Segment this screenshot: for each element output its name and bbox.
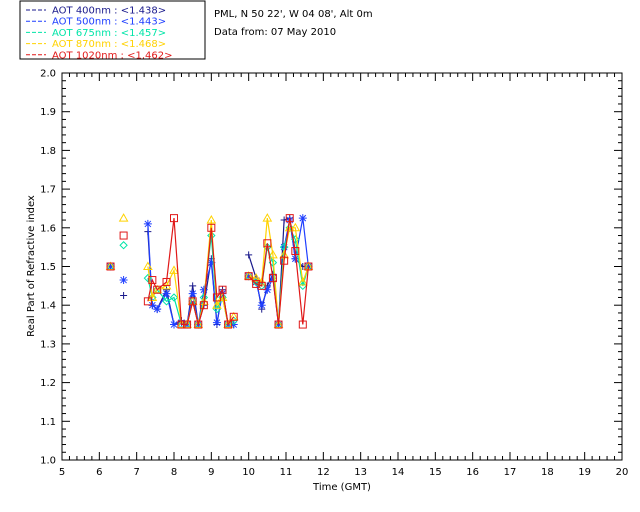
refractive-index-chart: AOT 400nm : <1.438>AOT 500nm : <1.443>AO…: [19, 0, 629, 493]
x-tick-label: 14: [392, 467, 405, 478]
y-tick-label: 1.8: [40, 146, 56, 157]
x-tick-label: 9: [208, 467, 214, 478]
x-axis-label: Time (GMT): [312, 482, 371, 493]
legend-label: AOT 675nm : <1.457>: [52, 28, 166, 39]
x-tick-label: 10: [242, 467, 255, 478]
y-tick-label: 1.5: [40, 262, 56, 273]
x-tick-label: 18: [541, 467, 554, 478]
y-axis-label: Real Part of Refractive index: [26, 195, 37, 337]
data-point-asterisk: [119, 276, 128, 285]
y-tick-label: 1.0: [40, 456, 56, 467]
data-point-triangle: [228, 311, 239, 321]
legend-label: AOT 400nm : <1.438>: [52, 6, 166, 17]
x-tick-label: 20: [616, 467, 629, 478]
legend: AOT 400nm : <1.438>AOT 500nm : <1.443>AO…: [19, 0, 206, 61]
x-tick-label: 7: [133, 467, 139, 478]
y-tick-label: 1.9: [40, 107, 56, 118]
y-tick-label: 1.6: [40, 223, 56, 234]
x-tick-label: 19: [578, 467, 591, 478]
data-point-asterisk: [143, 219, 152, 228]
data-point-asterisk: [199, 285, 208, 294]
date-label: Data from: 07 May 2010: [214, 27, 336, 38]
y-tick-label: 1.7: [40, 185, 56, 196]
x-tick-label: 11: [280, 467, 293, 478]
legend-label: AOT 500nm : <1.443>: [52, 17, 166, 28]
data-point-asterisk: [212, 318, 221, 327]
y-tick-label: 1.2: [40, 378, 56, 389]
y-tick-label: 2.0: [40, 69, 56, 80]
data-point-diamond: [119, 241, 128, 250]
legend-label: AOT 870nm : <1.468>: [52, 39, 166, 50]
y-tick-label: 1.1: [40, 417, 56, 428]
x-tick-label: 17: [504, 467, 517, 478]
y-tick-label: 1.3: [40, 339, 56, 350]
series-layer: [105, 213, 314, 329]
x-tick-label: 16: [466, 467, 479, 478]
y-tick-label: 1.4: [40, 301, 56, 312]
x-tick-label: 8: [171, 467, 177, 478]
x-axis: 5 6 7 8 9 10 11 12 13 14 15 16 17 18 19 20: [59, 73, 629, 478]
data-point-asterisk: [298, 214, 307, 223]
x-tick-label: 5: [59, 467, 65, 478]
y-axis: 1.0 1.1 1.2 1.3 1.4 1.5 1.6 1.7 1.8 1.9 2.0: [40, 69, 622, 467]
x-tick-label: 6: [96, 467, 102, 478]
data-point-asterisk: [257, 301, 266, 310]
site-label: PML, N 50 22', W 04 08', Alt 0m: [214, 9, 373, 20]
legend-label: AOT 1020nm : <1.462>: [52, 50, 172, 61]
data-point-square: [119, 231, 128, 240]
data-point-triangle: [118, 213, 129, 222]
x-tick-label: 15: [429, 467, 442, 478]
data-point-asterisk: [153, 305, 162, 314]
data-point-asterisk: [170, 320, 178, 329]
data-point-plus: [189, 282, 197, 290]
data-point-asterisk: [162, 289, 171, 298]
data-point-plus: [245, 251, 253, 259]
data-point-plus: [120, 292, 128, 300]
x-tick-label: 12: [317, 467, 330, 478]
series-line: [248, 217, 309, 325]
x-tick-label: 13: [354, 467, 367, 478]
